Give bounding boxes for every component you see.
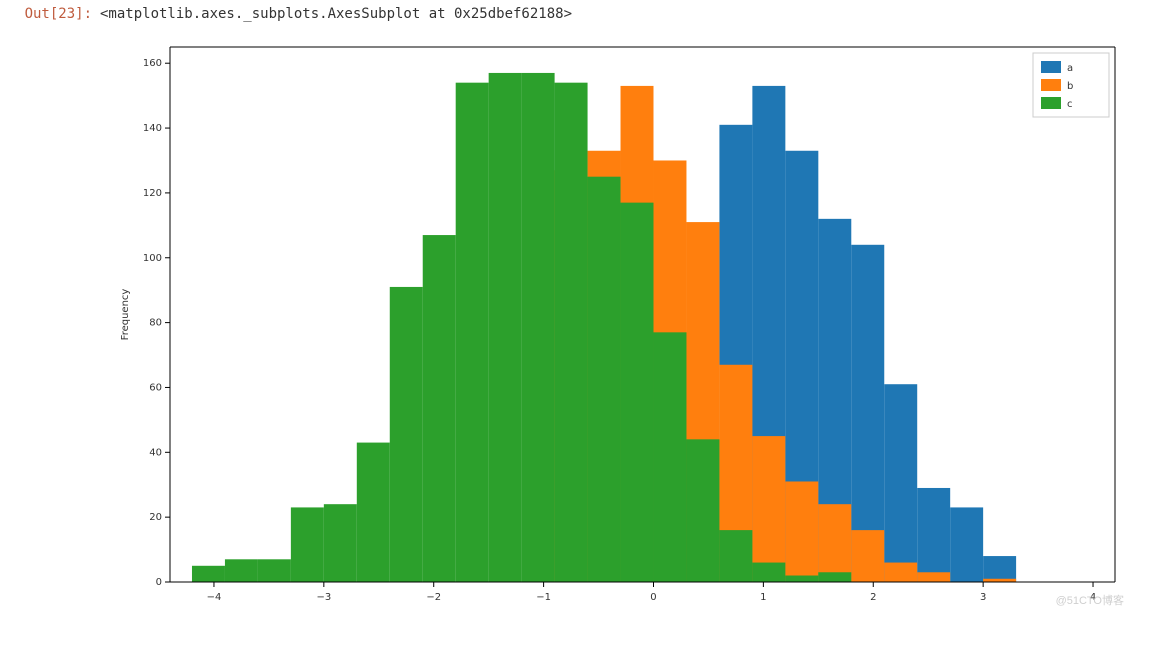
bar-b [884,563,917,582]
bar-a [983,556,1016,582]
bar-c [225,559,258,582]
y-tick-label: 20 [149,512,162,523]
bar-b [818,504,851,582]
legend-swatch [1041,61,1061,73]
bar-b [917,572,950,582]
bar-c [785,576,818,582]
bar-b [785,481,818,582]
bar-c [357,443,390,582]
y-tick-label: 160 [143,58,162,69]
y-tick-label: 100 [143,253,162,264]
bar-c [686,439,719,582]
bar-a [950,507,983,582]
y-tick-label: 40 [149,447,162,458]
y-tick-label: 0 [156,577,162,588]
y-axis-label: Frequency [120,289,131,341]
bar-c [555,83,588,582]
bar-c [324,504,357,582]
x-tick-label: −3 [316,592,331,603]
bar-c [258,559,291,582]
bar-c [752,563,785,582]
bar-c [621,203,654,582]
x-tick-label: 4 [1090,592,1096,603]
x-tick-label: 3 [980,592,986,603]
output-row: Out[23]: <matplotlib.axes._subplots.Axes… [0,0,1152,22]
legend-label: a [1067,63,1073,74]
x-tick-label: −4 [207,592,222,603]
x-tick-label: 0 [650,592,656,603]
x-tick-label: 1 [760,592,766,603]
repr-text: <matplotlib.axes._subplots.AxesSubplot a… [100,6,572,22]
bar-c [291,507,324,582]
bar-c [818,572,851,582]
bar-b [752,436,785,582]
y-tick-label: 80 [149,318,162,329]
x-tick-label: 2 [870,592,876,603]
bar-b [851,530,884,582]
bar-c [192,566,225,582]
bar-c [588,177,621,582]
bar-a [884,384,917,582]
legend-label: b [1067,81,1073,92]
bar-c [522,73,555,582]
y-tick-label: 140 [143,123,162,134]
y-tick-label: 120 [143,188,162,199]
legend-swatch [1041,97,1061,109]
legend-swatch [1041,79,1061,91]
histogram-chart: −4−3−2−101234020406080100120140160Freque… [110,32,1130,612]
x-tick-label: −1 [536,592,551,603]
y-tick-label: 60 [149,382,162,393]
x-tick-label: −2 [426,592,441,603]
bar-c [390,287,423,582]
bar-c [719,530,752,582]
bar-c [423,235,456,582]
bar-c [653,332,686,582]
out-prompt: Out[23]: [0,6,100,22]
bar-a [917,488,950,582]
bar-c [489,73,522,582]
legend-label: c [1067,99,1073,110]
bar-c [456,83,489,582]
